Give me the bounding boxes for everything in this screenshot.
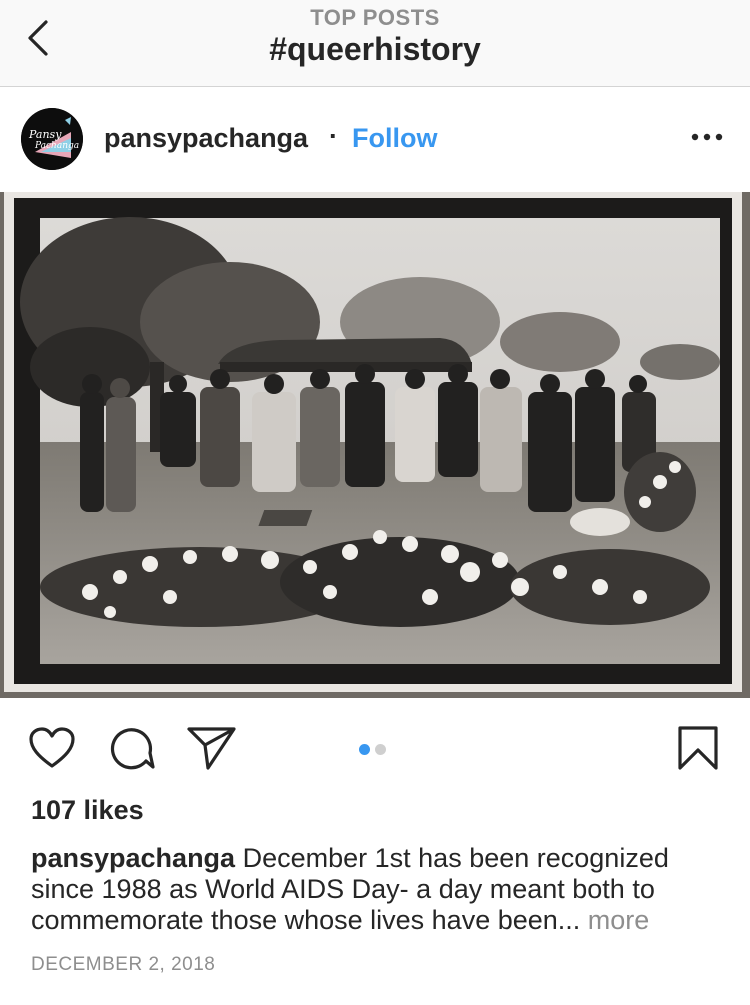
post-action-bar bbox=[0, 708, 750, 788]
funeral-photograph bbox=[0, 192, 750, 698]
follow-button[interactable]: Follow bbox=[352, 123, 437, 154]
post-caption: pansypachanga December 1st has been reco… bbox=[31, 843, 721, 936]
heart-icon[interactable] bbox=[28, 726, 76, 770]
separator-dot: · bbox=[329, 121, 338, 151]
post-username[interactable]: pansypachanga bbox=[104, 123, 308, 154]
caption-username[interactable]: pansypachanga bbox=[31, 843, 235, 873]
post-photo[interactable] bbox=[0, 192, 750, 698]
more-horizontal-icon[interactable] bbox=[690, 127, 724, 147]
caption-more-link[interactable]: more bbox=[588, 905, 650, 935]
section-label: TOP POSTS bbox=[310, 5, 440, 30]
comment-icon[interactable] bbox=[108, 725, 156, 771]
svg-text:Pansy: Pansy bbox=[28, 128, 62, 141]
svg-text:Pachanga: Pachanga bbox=[34, 141, 79, 151]
carousel-dot-active bbox=[359, 744, 370, 755]
bookmark-icon[interactable] bbox=[676, 724, 720, 772]
post-date: DECEMBER 2, 2018 bbox=[31, 954, 216, 975]
top-nav-bar: TOP POSTS #queerhistory bbox=[0, 0, 750, 87]
carousel-dot bbox=[375, 744, 386, 755]
post-header: Pansy Pachanga pansypachanga · Follow bbox=[0, 87, 750, 191]
carousel-indicator bbox=[359, 742, 391, 755]
avatar[interactable]: Pansy Pachanga bbox=[21, 108, 83, 170]
like-count[interactable]: 107 likes bbox=[31, 795, 144, 826]
pansy-pachanga-logo: Pansy Pachanga bbox=[21, 108, 83, 170]
hashtag-title: #queerhistory bbox=[269, 31, 481, 67]
paper-plane-icon[interactable] bbox=[186, 725, 238, 771]
